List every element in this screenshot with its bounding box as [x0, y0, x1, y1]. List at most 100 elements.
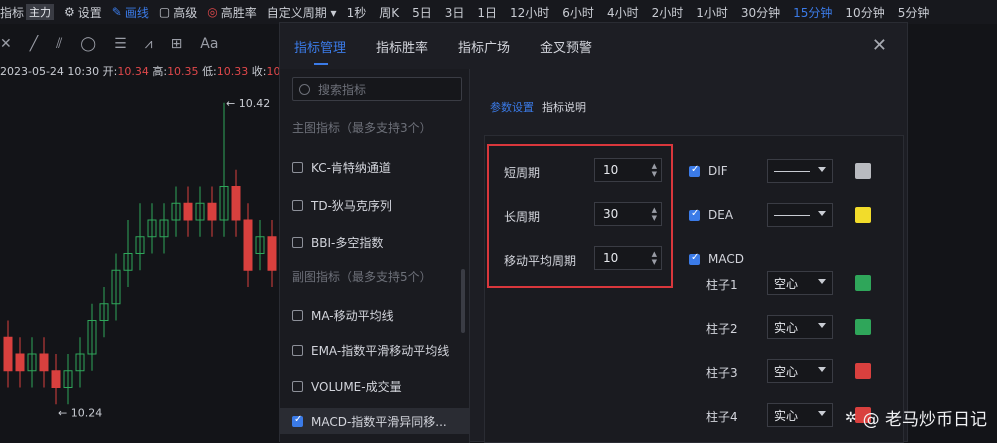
chevron-down-icon — [818, 211, 826, 216]
period-option[interactable]: 5分钟 — [898, 4, 930, 21]
dif-toggle[interactable]: DIF — [689, 164, 728, 178]
period-option[interactable]: 1小时 — [696, 4, 728, 21]
stepper-value: 30 — [603, 207, 619, 221]
period-option[interactable]: 2小时 — [652, 4, 684, 21]
dea-line-style-select[interactable] — [767, 203, 833, 227]
checkbox-checked[interactable] — [689, 252, 700, 265]
line-tool-icon[interactable]: ╱ — [30, 36, 38, 52]
wave-tool-icon[interactable]: ⩘ — [145, 36, 153, 52]
candlestick-chart[interactable]: ← 10.42 ← 10.24 — [0, 76, 285, 442]
checkbox-checked[interactable] — [689, 208, 700, 221]
bar2-style-select[interactable]: 实心 — [767, 315, 833, 339]
draw-line-label: 画线 — [124, 5, 149, 20]
settings-button[interactable]: ⚙ 设置 — [64, 4, 102, 21]
main-tag: 主力 — [26, 4, 55, 20]
bar4-style-select[interactable]: 实心 — [767, 403, 833, 427]
tab-indicator-description[interactable]: 指标说明 — [542, 99, 586, 115]
checkbox[interactable] — [292, 381, 303, 392]
list-item-macd[interactable]: MACD-指数平滑异同移... — [280, 408, 470, 434]
dif-color-swatch[interactable] — [855, 163, 871, 179]
long-period-label: 长周期 — [504, 210, 541, 224]
list-item-kc[interactable]: KC-肯特纳通道 — [292, 159, 462, 176]
checkbox[interactable] — [292, 310, 303, 321]
custom-period-label: 自定义周期 ▾ — [266, 5, 337, 20]
high-price-label: ← 10.42 — [226, 97, 270, 110]
measure-tool-icon[interactable]: ⊞ — [171, 36, 183, 52]
stepper-value: 10 — [603, 251, 619, 265]
dea-toggle[interactable]: DEA — [689, 208, 733, 222]
list-scrollbar[interactable] — [461, 269, 465, 333]
ma-period-stepper[interactable]: 10 ▲ ▼ — [594, 246, 662, 270]
stepper-value: 10 — [603, 163, 619, 177]
period-option[interactable]: 12小时 — [510, 4, 549, 21]
checkbox-checked[interactable] — [689, 164, 700, 177]
dif-line-style-select[interactable] — [767, 159, 833, 183]
period-option[interactable]: 1日 — [477, 4, 497, 21]
tab-indicator-winrate[interactable]: 指标胜率 — [376, 37, 428, 56]
search-input[interactable]: 搜索指标 — [292, 77, 462, 101]
tab-param-settings[interactable]: 参数设置 — [490, 99, 534, 115]
draw-line-button[interactable]: ✎ 画线 — [112, 4, 149, 21]
long-period-stepper[interactable]: 30 ▲ ▼ — [594, 202, 662, 226]
wechat-channel-icon: ✲ — [844, 409, 857, 426]
dialog-tabs: 指标管理 指标胜率 指标广场 金叉预警 — [280, 23, 909, 69]
list-item-td[interactable]: TD-狄马克序列 — [292, 197, 462, 214]
bar3-style-select[interactable]: 空心 — [767, 359, 833, 383]
custom-period-dropdown[interactable]: 自定义周期 ▾ — [267, 4, 337, 21]
indicator-list: 搜索指标 主图指标（最多支持3个） KC-肯特纳通道 TD-狄马克序列 BBI-… — [280, 69, 470, 443]
period-option[interactable]: 周K — [379, 4, 399, 21]
tab-indicator-square[interactable]: 指标广场 — [458, 37, 510, 56]
period-option[interactable]: 3日 — [445, 4, 465, 21]
list-item-volume[interactable]: VOLUME-成交量 — [292, 378, 462, 395]
select-value: 空心 — [774, 276, 799, 291]
dea-color-swatch[interactable] — [855, 207, 871, 223]
list-item-label: EMA-指数平滑移动平均线 — [311, 344, 450, 358]
period-option[interactable]: 6小时 — [562, 4, 594, 21]
bar3-label: 柱子3 — [706, 366, 738, 380]
checkbox[interactable] — [292, 237, 303, 248]
fib-tool-icon[interactable]: ☰ — [114, 36, 127, 52]
indicator-menu[interactable]: 指标 主力 — [0, 4, 55, 21]
cursor-tool-icon[interactable]: ✕ — [0, 36, 12, 52]
period-option[interactable]: 5日 — [412, 4, 432, 21]
select-value: 实心 — [774, 320, 799, 335]
bar1-style-select[interactable]: 空心 — [767, 271, 833, 295]
settings-label: 设置 — [77, 5, 102, 20]
text-tool-icon[interactable]: Aa — [200, 36, 218, 52]
stepper-arrows-icon[interactable]: ▲ ▼ — [652, 250, 657, 266]
bar2-color-swatch[interactable] — [855, 319, 871, 335]
checkbox[interactable] — [292, 345, 303, 356]
close-icon[interactable]: ✕ — [872, 35, 887, 56]
list-item-ema[interactable]: EMA-指数平滑移动平均线 — [292, 342, 462, 359]
line-style-icon — [774, 170, 810, 172]
period-selector: 1秒 周K 5日 3日 1日 12小时 6小时 4小时 2小时 1小时 30分钟 15分钟 10分钟 5分… — [347, 4, 943, 21]
search-placeholder: 搜索指标 — [318, 82, 367, 97]
select-value: 空心 — [774, 364, 799, 379]
line-style-icon — [774, 214, 810, 216]
short-period-stepper[interactable]: 10 ▲ ▼ — [594, 158, 662, 182]
circle-tool-icon[interactable]: ◯ — [80, 36, 96, 52]
list-item-ma[interactable]: MA-移动平均线 — [292, 307, 462, 324]
period-option[interactable]: 30分钟 — [741, 4, 780, 21]
tab-indicator-manage[interactable]: 指标管理 — [294, 37, 346, 65]
checkbox[interactable] — [292, 200, 303, 211]
chevron-down-icon — [818, 279, 826, 284]
watermark-text: @ 老马炒币日记 — [862, 410, 987, 430]
bar1-label: 柱子1 — [706, 278, 738, 292]
period-option[interactable]: 1秒 — [347, 4, 367, 21]
tab-golden-cross-alert[interactable]: 金叉预警 — [540, 37, 592, 56]
bar1-color-swatch[interactable] — [855, 275, 871, 291]
stepper-arrows-icon[interactable]: ▲ ▼ — [652, 206, 657, 222]
high-winrate-button[interactable]: ◎ 高胜率 — [207, 4, 257, 21]
bar3-color-swatch[interactable] — [855, 363, 871, 379]
list-item-bbi[interactable]: BBI-多空指数 — [292, 234, 462, 251]
period-option[interactable]: 10分钟 — [845, 4, 884, 21]
period-option[interactable]: 15分钟 — [793, 4, 832, 21]
checkbox[interactable] — [292, 162, 303, 173]
stepper-arrows-icon[interactable]: ▲ ▼ — [652, 162, 657, 178]
checkbox-checked[interactable] — [292, 414, 303, 427]
period-option[interactable]: 4小时 — [607, 4, 639, 21]
advanced-button[interactable]: ▢ 高级 — [159, 4, 197, 21]
parallel-tool-icon[interactable]: ⫽ — [56, 36, 62, 52]
macd-toggle[interactable]: MACD — [689, 252, 744, 266]
